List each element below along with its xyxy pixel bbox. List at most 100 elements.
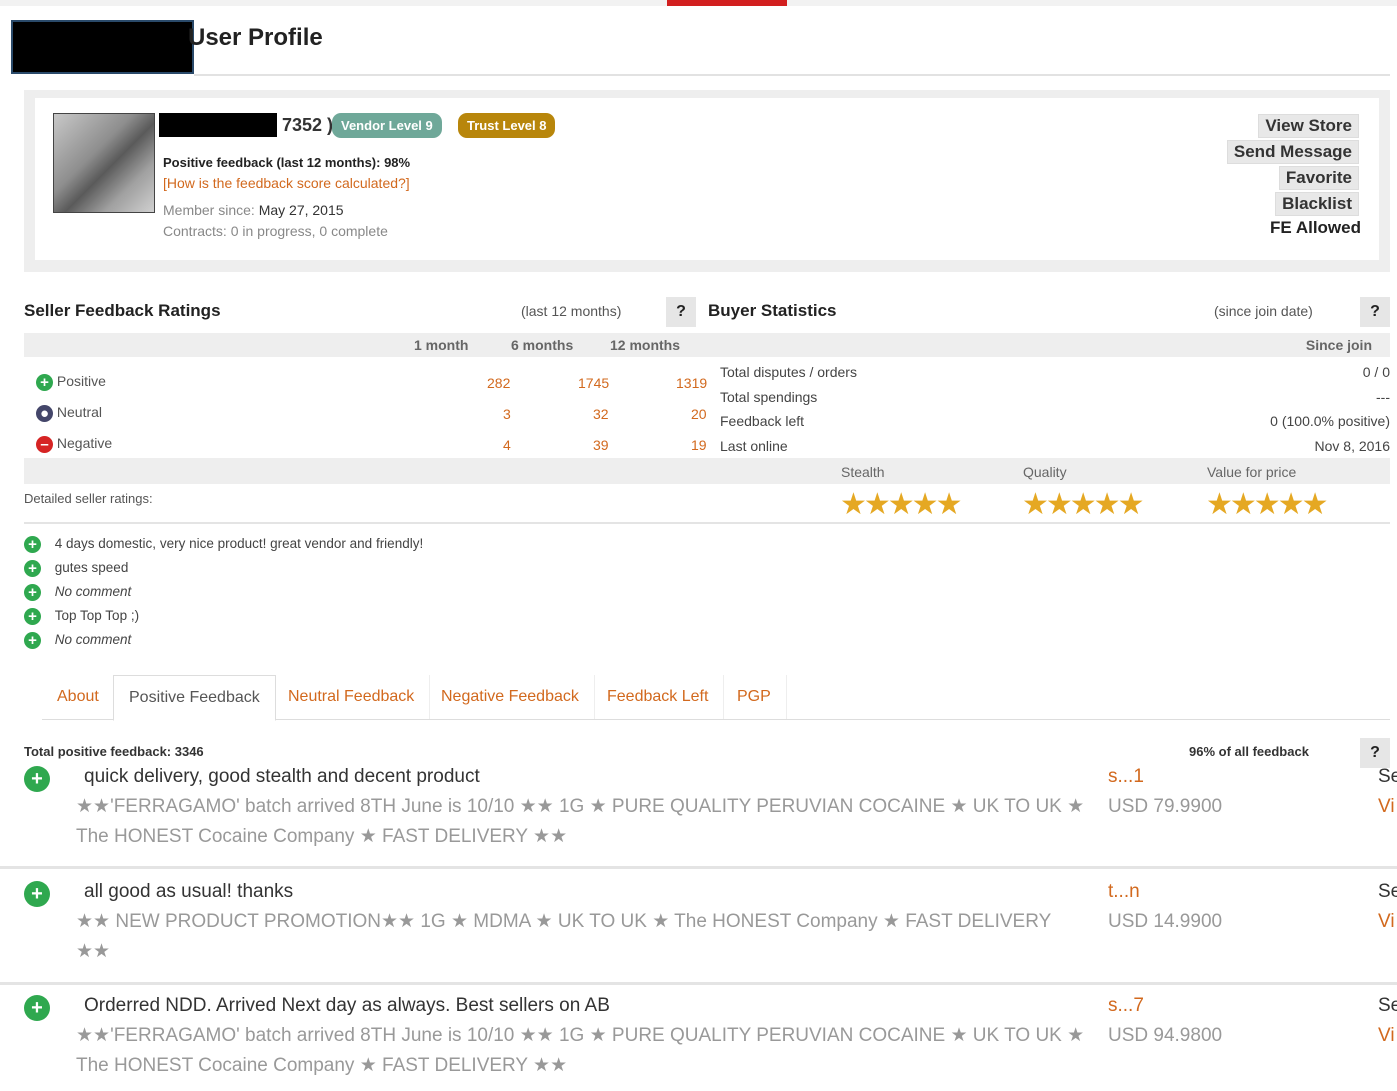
buyer-stat-value: --- bbox=[1376, 389, 1390, 405]
col-6-months: 6 months bbox=[511, 337, 574, 353]
stealth-stars: ★★★★★ bbox=[840, 488, 962, 521]
buyer-stats-title: Buyer Statistics bbox=[708, 301, 837, 320]
buyer-stat-label: Total disputes / orders bbox=[720, 364, 857, 380]
rating-label: Negative bbox=[56, 435, 113, 451]
tab-neutral-feedback[interactable]: Neutral Feedback bbox=[273, 675, 431, 719]
comment-item: + No comment bbox=[24, 628, 423, 652]
seller-ratings-title: Seller Feedback Ratings bbox=[24, 301, 221, 320]
feedback-product[interactable]: ★★ NEW PRODUCT PROMOTION★★ 1G ★ MDMA ★ U… bbox=[76, 907, 1066, 967]
rating-row-negative: – Negative bbox=[36, 435, 112, 453]
member-since-value: May 27, 2015 bbox=[258, 202, 344, 218]
buyer-stat-label: Feedback left bbox=[720, 413, 805, 429]
feedback-comment: Orderred NDD. Arrived Next day as always… bbox=[84, 995, 610, 1016]
detailed-divider bbox=[24, 522, 1390, 524]
feedback-percent: 96% of all feedback bbox=[1189, 744, 1309, 759]
detailed-category-stealth: Stealth bbox=[841, 464, 885, 480]
negative-icon: – bbox=[36, 435, 53, 453]
feedback-score-link[interactable]: [How is the feedback score calculated?] bbox=[163, 175, 410, 191]
positive-icon: + bbox=[24, 535, 41, 553]
recent-comments-list: + 4 days domestic, very nice product! gr… bbox=[24, 532, 423, 652]
feedback-see-link[interactable]: Se bbox=[1378, 995, 1397, 1017]
feedback-view-link[interactable]: Vi bbox=[1378, 796, 1395, 818]
feedback-row: + all good as usual! thanks ★★ NEW PRODU… bbox=[0, 876, 1397, 985]
positive-icon: + bbox=[24, 583, 41, 601]
feedback-see-link[interactable]: Se bbox=[1378, 766, 1397, 788]
quality-stars: ★★★★★ bbox=[1022, 488, 1144, 521]
tab-feedback-left[interactable]: Feedback Left bbox=[592, 675, 725, 719]
positive-icon: + bbox=[24, 995, 50, 1021]
feedback-user[interactable]: t...n bbox=[1108, 881, 1140, 903]
feedback-comment: quick delivery, good stealth and decent … bbox=[84, 766, 480, 787]
feedback-product[interactable]: ★★'FERRAGAMO' batch arrived 8TH June is … bbox=[76, 792, 1096, 852]
feedback-comment: all good as usual! thanks bbox=[84, 881, 294, 902]
feedback-row: + quick delivery, good stealth and decen… bbox=[0, 760, 1397, 869]
view-store-button[interactable]: View Store bbox=[1258, 114, 1359, 138]
neutral-12-months: 20 bbox=[691, 406, 707, 422]
buyer-stats-period: (since join date) bbox=[1214, 303, 1313, 319]
rating-row-positive: + Positive bbox=[36, 373, 106, 391]
member-since-label: Member since: bbox=[163, 202, 255, 218]
comment-text: No comment bbox=[54, 632, 132, 647]
feedback-view-link[interactable]: Vi bbox=[1378, 1025, 1395, 1047]
trust-level-badge: Trust Level 8 bbox=[458, 113, 556, 138]
detailed-category-value: Value for price bbox=[1207, 464, 1297, 480]
col-12-months: 12 months bbox=[610, 337, 681, 353]
send-message-button[interactable]: Send Message bbox=[1226, 140, 1359, 164]
feedback-price: USD 14.9900 bbox=[1108, 911, 1223, 932]
buyer-stat-value: 0 (100.0% positive) bbox=[1270, 413, 1390, 429]
comment-text: gutes speed bbox=[54, 560, 129, 575]
comment-item: + No comment bbox=[24, 580, 423, 604]
neutral-icon: ● bbox=[36, 404, 53, 422]
positive-icon: + bbox=[24, 766, 50, 792]
rating-row-neutral: ● Neutral bbox=[36, 404, 102, 422]
feedback-product[interactable]: ★★'FERRAGAMO' batch arrived 8TH June is … bbox=[76, 1021, 1096, 1081]
page-title: User Profile bbox=[188, 24, 323, 51]
total-positive-feedback: Total positive feedback: 3346 bbox=[24, 744, 204, 759]
negative-1-month: 4 bbox=[503, 437, 511, 453]
buyer-stats-header-row bbox=[708, 333, 1390, 357]
comment-text: No comment bbox=[54, 584, 132, 599]
tab-positive-feedback[interactable]: Positive Feedback bbox=[113, 675, 276, 721]
positive-1-month: 282 bbox=[487, 375, 511, 391]
buyer-stat-value: 0 / 0 bbox=[1362, 364, 1390, 380]
comment-item: + gutes speed bbox=[24, 556, 423, 580]
feedback-view-link[interactable]: Vi bbox=[1378, 911, 1395, 933]
negative-12-months: 19 bbox=[691, 437, 707, 453]
comment-text: Top Top Top ;) bbox=[54, 608, 140, 623]
seller-ratings-help-button[interactable]: ? bbox=[666, 297, 696, 327]
contracts-summary: Contracts: 0 in progress, 0 complete bbox=[163, 223, 388, 239]
tab-about[interactable]: About bbox=[42, 675, 114, 719]
buyer-stat-value: Nov 8, 2016 bbox=[1314, 438, 1391, 454]
buyer-stat-label: Total spendings bbox=[720, 389, 818, 405]
rating-label: Positive bbox=[56, 373, 106, 389]
positive-icon: + bbox=[24, 607, 41, 625]
comment-text: 4 days domestic, very nice product! grea… bbox=[54, 536, 424, 551]
tab-pgp[interactable]: PGP bbox=[722, 675, 787, 719]
neutral-6-months: 32 bbox=[593, 406, 609, 422]
col-1-month: 1 month bbox=[414, 337, 469, 353]
feedback-see-link[interactable]: Se bbox=[1378, 881, 1397, 903]
fe-allowed-label: FE Allowed bbox=[1270, 218, 1361, 237]
rating-label: Neutral bbox=[56, 404, 103, 420]
positive-feedback-summary: Positive feedback (last 12 months): 98% bbox=[163, 155, 411, 170]
blacklist-button[interactable]: Blacklist bbox=[1275, 192, 1359, 216]
favorite-button[interactable]: Favorite bbox=[1278, 166, 1359, 190]
tab-negative-feedback[interactable]: Negative Feedback bbox=[426, 675, 595, 719]
member-since: Member since: May 27, 2015 bbox=[163, 202, 344, 218]
buyer-stats-help-button[interactable]: ? bbox=[1360, 297, 1390, 327]
positive-icon: + bbox=[24, 631, 41, 649]
feedback-user[interactable]: s...7 bbox=[1108, 995, 1144, 1017]
detailed-category-quality: Quality bbox=[1023, 464, 1067, 480]
positive-icon: + bbox=[24, 881, 50, 907]
value-stars: ★★★★★ bbox=[1206, 488, 1328, 521]
feedback-user[interactable]: s...1 bbox=[1108, 766, 1144, 788]
neutral-1-month: 3 bbox=[503, 406, 511, 422]
seller-ratings-period: (last 12 months) bbox=[521, 303, 622, 319]
comment-item: + 4 days domestic, very nice product! gr… bbox=[24, 532, 423, 556]
since-join-column: Since join bbox=[1305, 337, 1372, 353]
detailed-ratings-header-row bbox=[24, 458, 1390, 484]
header-red-mark bbox=[667, 0, 787, 6]
avatar[interactable] bbox=[53, 113, 155, 213]
redacted-logo bbox=[11, 20, 194, 74]
buyer-stat-label: Last online bbox=[720, 438, 788, 454]
